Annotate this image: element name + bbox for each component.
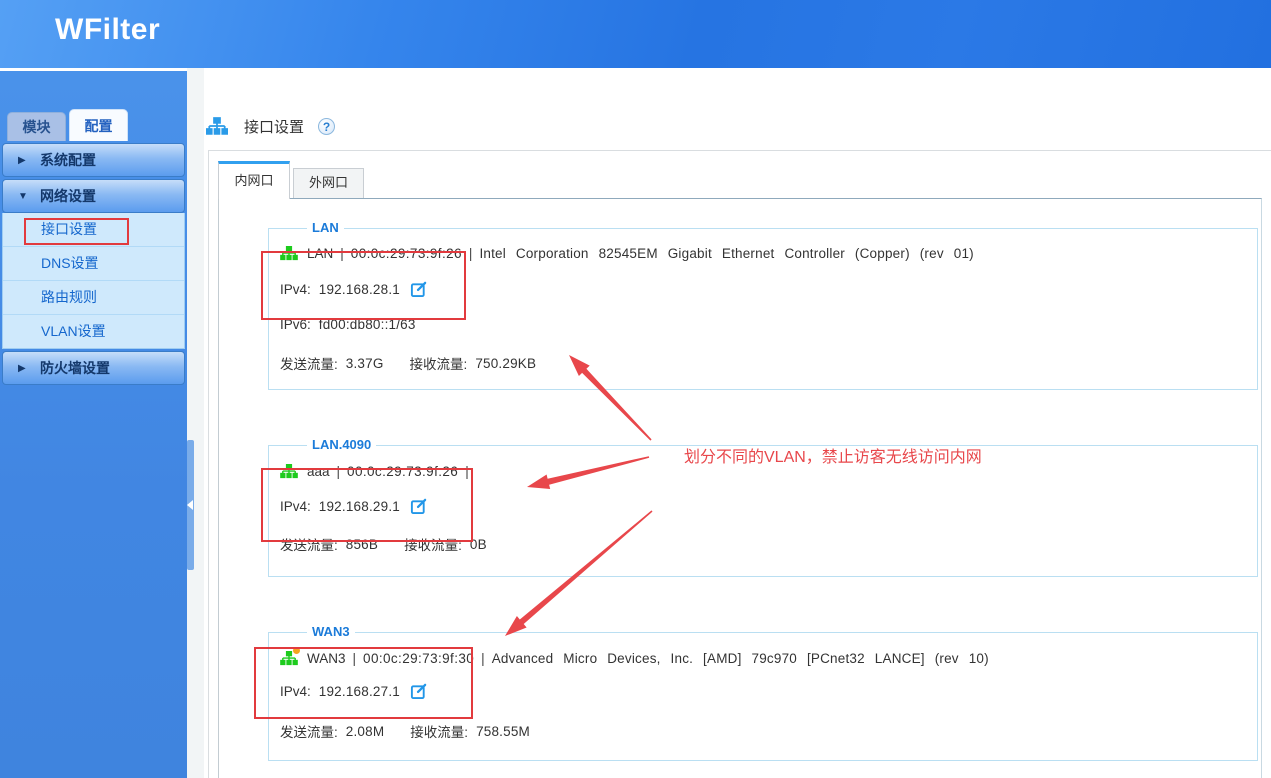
ipv4-label: IPv4: [280,684,311,699]
rx-label: 接收流量: [404,534,462,554]
ipv6-value: fd00:db80::1/63 [319,317,416,332]
separator: | [469,246,473,261]
rx-label: 接收流量: [410,721,468,741]
sidebar-group-header[interactable]: ▶防火墙设置 [2,351,185,385]
status-dot [293,647,300,654]
sidebar-subitem[interactable]: VLAN设置 [3,314,184,348]
interface-mac: 00:0c:29:73:9f:30 [363,651,474,666]
interface-title-row: aaa | 00:0c:29:73:9f:26 | [280,464,476,479]
help-icon[interactable]: ? [318,118,335,135]
separator: | [353,651,357,666]
ipv6-row: IPv6: fd00:db80::1/63 [280,317,416,332]
traffic-row: 发送流量: 856B 接收流量: 0B [280,534,487,554]
edit-ipv4-button[interactable] [410,281,427,298]
interface-title-row: WAN3 | 00:0c:29:73:9f:30 | Advanced Micr… [280,651,989,666]
sidebar: 模块配置 ▶系统配置▼网络设置接口设置DNS设置路由规则VLAN设置▶防火墙设置 [0,68,187,778]
network-interface-icon [280,246,298,261]
network-interface-icon [280,651,298,666]
sidebar-menu: ▶系统配置▼网络设置接口设置DNS设置路由规则VLAN设置▶防火墙设置 [0,143,187,387]
traffic-row: 发送流量: 3.37G 接收流量: 750.29KB [280,353,536,373]
ipv4-label: IPv4: [280,282,311,297]
interface-name: aaa [307,464,330,479]
tab-external-ports[interactable]: 外网口 [293,168,364,198]
separator: | [340,246,344,261]
chevron-down-icon: ▼ [18,191,40,202]
sidebar-tabbar: 模块配置 [0,109,187,141]
interface-legend: LAN [307,220,344,235]
edit-ipv4-button[interactable] [410,683,427,700]
ipv4-label: IPv4: [280,499,311,514]
interface-name: WAN3 [307,651,346,666]
sidebar-subitem[interactable]: 接口设置 [3,213,184,246]
tx-label: 发送流量: [280,534,338,554]
ipv4-row: IPv4: 192.168.29.1 [280,498,427,515]
sidebar-tab-config[interactable]: 配置 [69,109,128,141]
page-title-row: 接口设置 ? [206,114,335,138]
rx-value: 0B [470,537,487,552]
sidebar-tab-modules[interactable]: 模块 [7,112,66,141]
sidebar-group-label: 网络设置 [40,186,96,206]
interface-legend: LAN.4090 [307,437,376,452]
tab-internal-ports[interactable]: 内网口 [218,161,290,199]
ipv6-label: IPv6: [280,317,311,332]
separator: | [481,651,485,666]
tx-label: 发送流量: [280,353,338,373]
ipv4-row: IPv4: 192.168.27.1 [280,683,427,700]
interface-legend: WAN3 [307,624,355,639]
edit-ipv4-button[interactable] [410,498,427,515]
rx-value: 750.29KB [475,356,536,371]
interfaces-icon [206,117,228,136]
ipv4-value: 192.168.28.1 [319,282,400,297]
tx-value: 3.37G [346,356,384,371]
sidebar-subitem[interactable]: 路由规则 [3,280,184,314]
network-interface-icon [280,464,298,479]
interface-card: WAN3 WAN3 | 00:0c:29:73:9f:30 | Advanced… [268,632,1258,761]
tx-value: 2.08M [346,724,385,739]
rx-label: 接收流量: [410,353,468,373]
sidebar-gutter [187,68,204,778]
chevron-left-icon [187,500,193,510]
interface-title-row: LAN | 00:0c:29:73:9f:26 | Intel Corporat… [280,246,974,261]
separator: | [465,464,469,479]
interface-description: Intel Corporation 82545EM Gigabit Ethern… [479,246,973,261]
chevron-right-icon: ▶ [18,155,40,166]
sidebar-submenu: 接口设置DNS设置路由规则VLAN设置 [2,213,185,349]
tx-label: 发送流量: [280,721,338,741]
sidebar-group-header[interactable]: ▶系统配置 [2,143,185,177]
rx-value: 758.55M [476,724,530,739]
ipv4-value: 192.168.29.1 [319,499,400,514]
sidebar-group-label: 系统配置 [40,150,96,170]
ipv4-value: 192.168.27.1 [319,684,400,699]
interface-description: Advanced Micro Devices, Inc. [AMD] 79c97… [492,651,989,666]
tx-value: 856B [346,537,378,552]
wfilter-admin-page: WFilter 模块配置 ▶系统配置▼网络设置接口设置DNS设置路由规则VLAN… [0,0,1271,778]
interface-mac: 00:0c:29:73:9f:26 [347,464,458,479]
chevron-right-icon: ▶ [18,363,40,374]
separator: | [337,464,341,479]
brand-logo: WFilter [55,13,160,47]
page-title: 接口设置 [244,116,304,137]
sidebar-subitem[interactable]: DNS设置 [3,246,184,280]
sidebar-group-label: 防火墙设置 [40,358,110,378]
app-header: WFilter [0,0,1271,68]
interface-card: LAN LAN | 00:0c:29:73:9f:26 | Intel Corp… [268,228,1258,390]
collapse-sidebar-handle[interactable] [187,440,194,570]
ipv4-row: IPv4: 192.168.28.1 [280,281,427,298]
interface-card: LAN.4090 aaa | 00:0c:29:73:9f:26 | IPv4:… [268,445,1258,577]
traffic-row: 发送流量: 2.08M 接收流量: 758.55M [280,721,530,741]
interface-mac: 00:0c:29:73:9f:26 [351,246,462,261]
sidebar-group-header[interactable]: ▼网络设置 [2,179,185,213]
interface-name: LAN [307,246,333,261]
